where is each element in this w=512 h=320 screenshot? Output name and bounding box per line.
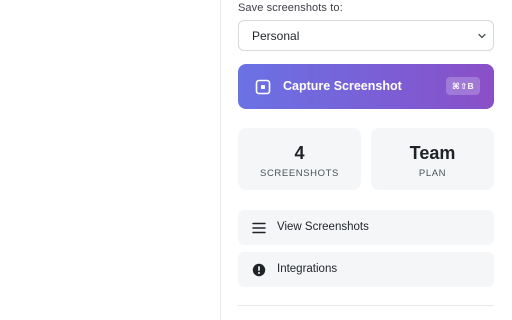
blank-content-area [0,0,220,320]
menu-icon [252,222,266,234]
chevron-down-icon [478,33,486,39]
keyboard-shortcut-badge: ⌘⇧B [445,77,480,95]
integrations-button[interactable]: Integrations [238,252,494,287]
integrations-label: Integrations [277,263,338,275]
capture-screenshot-label: Capture Screenshot [283,79,402,93]
screenshots-count-value: 4 [294,143,305,163]
destination-select[interactable]: Personal [238,20,494,51]
destination-selected-value: Personal [252,29,300,43]
capture-square-icon [255,79,271,95]
view-screenshots-label: View Screenshots [277,221,369,233]
plan-label: PLAN [418,168,447,179]
plan-card: Team PLAN [371,128,494,190]
screenshots-count-label: SCREENSHOTS [260,168,339,179]
extension-panel: Save screenshots to: Personal Capture Sc… [220,0,512,320]
page: Save screenshots to: Personal Capture Sc… [0,0,512,320]
plan-value: Team [409,143,456,163]
view-screenshots-button[interactable]: View Screenshots [238,210,494,245]
screenshots-count-card: 4 SCREENSHOTS [238,128,361,190]
divider [238,305,494,306]
capture-screenshot-button[interactable]: Capture Screenshot ⌘⇧B [238,64,494,109]
alert-circle-icon [252,263,266,277]
save-destination-label: Save screenshots to: [238,2,343,14]
